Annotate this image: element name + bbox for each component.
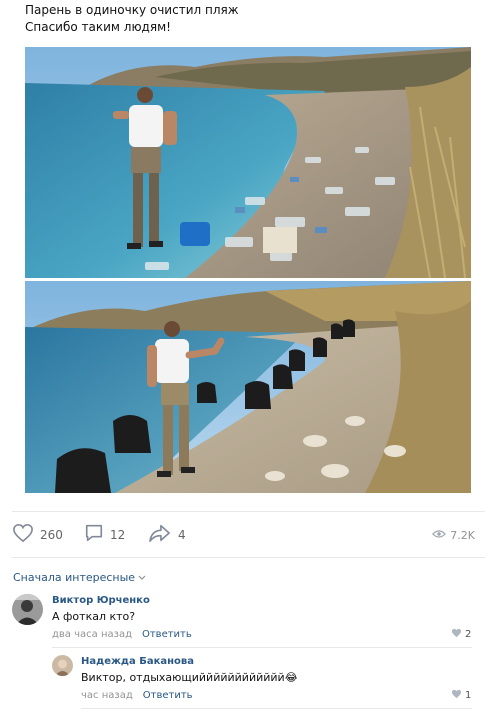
comment-author[interactable]: Надежда Баканова <box>81 656 194 667</box>
heart-icon <box>451 628 462 641</box>
comment-like-button[interactable]: 2 <box>451 628 471 641</box>
comment-time[interactable]: час назад <box>81 690 133 701</box>
comment-count: 12 <box>110 528 126 542</box>
share-count: 4 <box>178 528 186 542</box>
comment-like-button[interactable]: 1 <box>451 689 471 702</box>
like-button[interactable]: 260 <box>12 522 63 548</box>
photo-before[interactable] <box>25 47 471 278</box>
eye-icon <box>432 529 447 542</box>
like-count: 260 <box>40 528 63 542</box>
post-text: Парень в одиночку очистил пляж Спасибо т… <box>25 2 239 36</box>
post-line-1: Парень в одиночку очистил пляж <box>25 3 239 17</box>
divider <box>12 511 485 512</box>
comment-text: А фоткал кто? <box>52 610 136 623</box>
reply-button[interactable]: Ответить <box>142 629 192 640</box>
comment-time[interactable]: два часа назад <box>52 629 132 640</box>
view-count: 7.2K <box>450 528 475 542</box>
post-line-2: Спасибо таким людям! <box>25 20 171 34</box>
divider <box>81 708 472 709</box>
comment-author[interactable]: Виктор Юрченко <box>52 595 150 606</box>
comment-like-count: 2 <box>465 629 472 640</box>
comment-icon <box>84 523 104 547</box>
share-button[interactable]: 4 <box>148 522 186 548</box>
photo-after[interactable] <box>25 281 471 493</box>
avatar[interactable] <box>52 655 73 676</box>
comments-sort-dropdown[interactable]: Сначала интересные <box>13 571 146 584</box>
heart-icon <box>12 523 34 547</box>
comment-meta: час назад Ответить <box>81 690 193 701</box>
comment-button[interactable]: 12 <box>84 522 125 548</box>
divider <box>52 647 472 648</box>
comment-meta: два часа назад Ответить <box>52 629 192 640</box>
reply-button[interactable]: Ответить <box>143 690 193 701</box>
avatar[interactable] <box>12 594 43 625</box>
sort-label: Сначала интересные <box>13 571 136 584</box>
divider <box>12 557 485 558</box>
views: 7.2K <box>432 522 475 548</box>
chevron-down-icon <box>138 571 146 584</box>
post-actions: 260 12 4 7.2K <box>0 522 497 548</box>
comment-like-count: 1 <box>465 690 472 701</box>
comment-text: Виктор, отдыхающийййййййййййй😂 <box>81 671 298 684</box>
share-icon <box>148 523 172 547</box>
heart-icon <box>451 689 462 702</box>
